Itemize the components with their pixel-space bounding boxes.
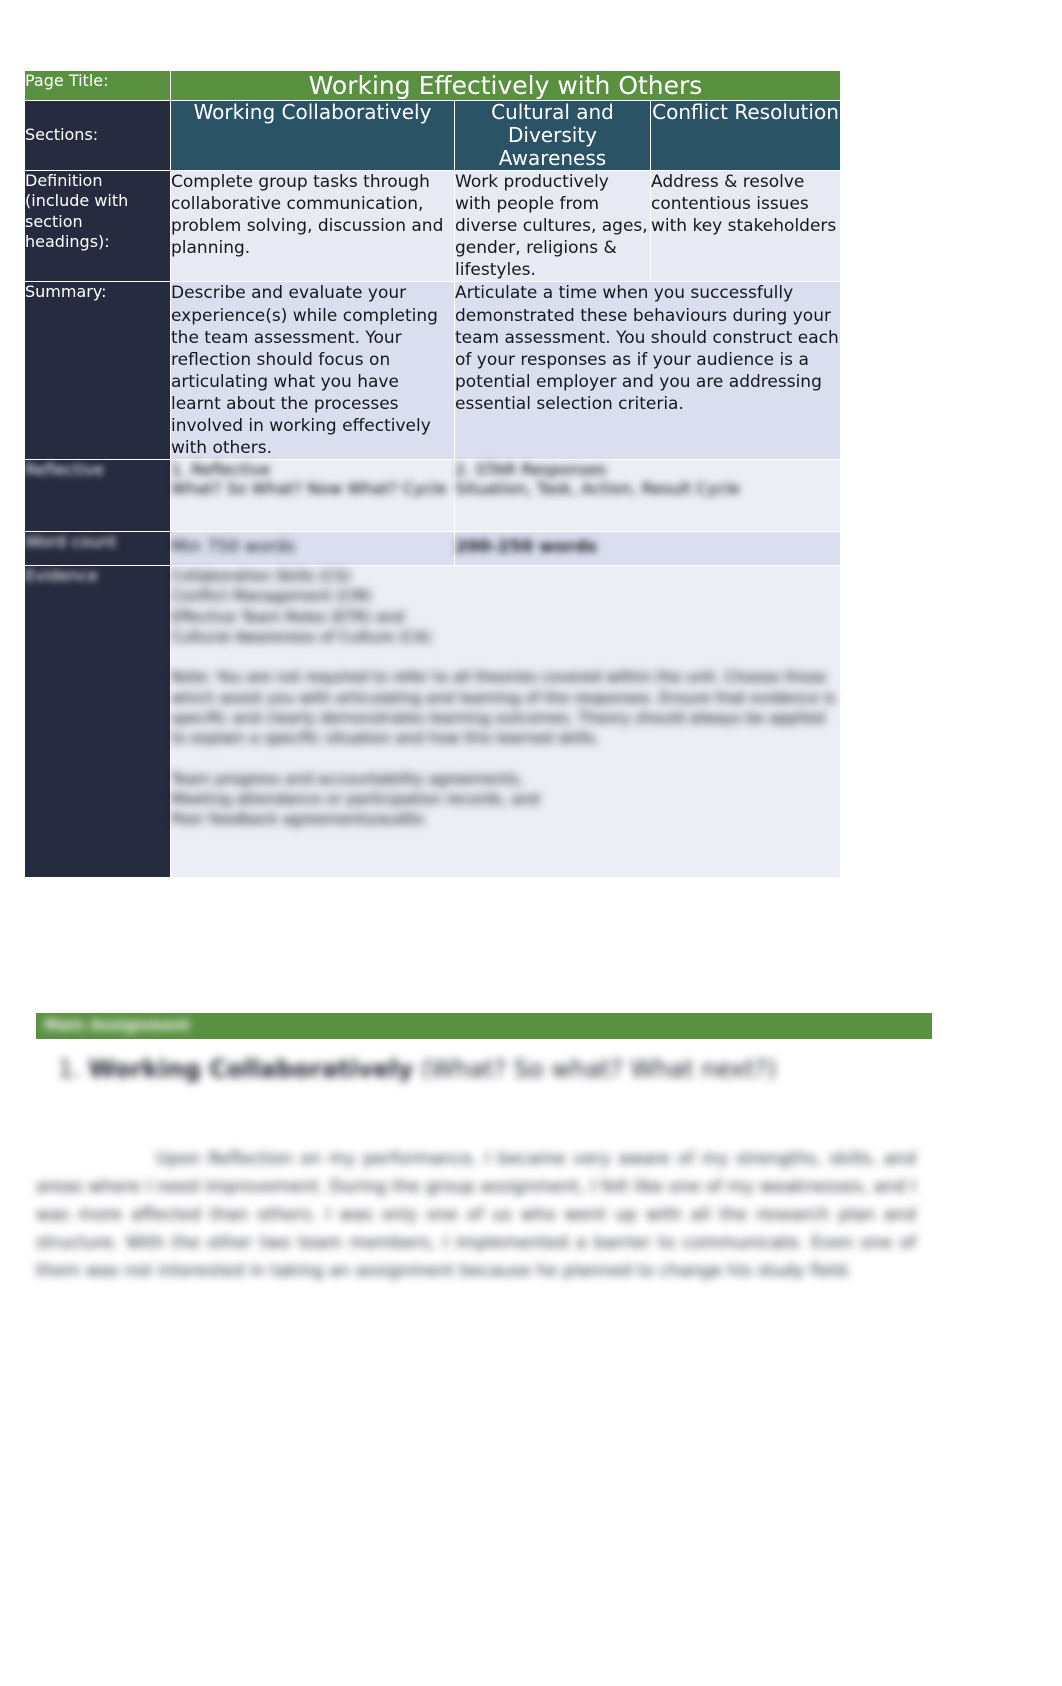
obscured-evidence-cell: Collaboration Skills (CS) Conflict Manag… bbox=[169, 565, 842, 879]
definition-label: Definition (include with section heading… bbox=[24, 169, 171, 283]
definition-cell-conflict-resolution: Address & resolve contentious issues wit… bbox=[649, 169, 842, 283]
summary-cell-working-collaboratively: Describe and evaluate your experience(s)… bbox=[170, 281, 455, 461]
table-row-obscured-evidence: Evidence Collaboration Skills (CS) Confl… bbox=[24, 565, 842, 879]
sections-label: Sections: bbox=[24, 100, 171, 171]
obscured-models-cell-2: 2. STAR Responses Situation, Task, Actio… bbox=[453, 459, 842, 533]
table-row-definition: Definition (include with section heading… bbox=[24, 169, 842, 283]
section-header-conflict-resolution: Conflict Resolution bbox=[649, 100, 842, 171]
table-row-summary: Summary: Describe and evaluate your expe… bbox=[24, 281, 842, 461]
document-page: Page Title: Working Effectively with Oth… bbox=[0, 0, 1062, 1686]
obscured-models-cell-2-text: 2. STAR Responses Situation, Task, Actio… bbox=[455, 460, 740, 499]
obscured-wordcount-cell-1: Min 750 words bbox=[170, 531, 455, 567]
section-header-working-collaboratively: Working Collaboratively bbox=[170, 100, 455, 171]
section-heading-number: 1. bbox=[58, 1055, 81, 1083]
page-title-label: Page Title: bbox=[24, 70, 171, 101]
summary-cell-cultural-and-conflict: Articulate a time when you successfully … bbox=[453, 281, 842, 461]
section-heading-rest-part: (What? So what? What next?) bbox=[420, 1055, 777, 1083]
obscured-wordcount-cell-2-text: 200-250 words bbox=[455, 537, 598, 558]
obscured-wordcount-cell-1-text: Min 750 words bbox=[171, 537, 296, 558]
definition-cell-cultural-diversity: Work productively with people from diver… bbox=[454, 169, 651, 283]
section-heading-bold-part: Working Collaboratively bbox=[88, 1055, 414, 1083]
obscured-wordcount-cell-2: 200-250 words bbox=[453, 531, 842, 567]
reflection-body-paragraph: Upon Reflection on my performance, I bec… bbox=[36, 1149, 916, 1282]
summary-label: Summary: bbox=[24, 281, 171, 461]
obscured-models-cell-1-text: 1. Reflective What? So What? Now What? C… bbox=[171, 460, 447, 499]
section-header-cultural-diversity-awareness: Cultural and Diversity Awareness bbox=[454, 100, 651, 171]
obscured-wordcount-label: Word count bbox=[24, 531, 171, 567]
section-heading-working-collaboratively: 1. Working Collaboratively (What? So wha… bbox=[58, 1055, 958, 1083]
table-row-obscured-wordcount: Word count Min 750 words 200-250 words bbox=[24, 531, 842, 567]
table-row-page-title: Page Title: Working Effectively with Oth… bbox=[24, 70, 842, 101]
table-row-obscured-models: Reflective 1. Reflective What? So What? … bbox=[24, 459, 842, 533]
definition-cell-working-collaboratively: Complete group tasks through collaborati… bbox=[170, 169, 455, 283]
table-row-sections: Sections: Working Collaboratively Cultur… bbox=[24, 100, 842, 171]
page-title-value: Working Effectively with Others bbox=[169, 70, 842, 101]
main-assignment-heading-text: Main Assignment bbox=[44, 1016, 190, 1034]
obscured-evidence-label: Evidence bbox=[24, 565, 171, 879]
obscured-evidence-cell-text: Collaboration Skills (CS) Conflict Manag… bbox=[171, 567, 836, 829]
obscured-models-label-text: Reflective bbox=[25, 460, 104, 480]
main-assignment-heading-bar: Main Assignment bbox=[36, 1013, 932, 1039]
obscured-models-label: Reflective bbox=[24, 459, 171, 533]
obscured-wordcount-label-text: Word count bbox=[25, 532, 117, 552]
obscured-evidence-label-text: Evidence bbox=[25, 566, 98, 586]
working-effectively-table: Page Title: Working Effectively with Oth… bbox=[24, 70, 842, 879]
obscured-models-cell-1: 1. Reflective What? So What? Now What? C… bbox=[170, 459, 455, 533]
